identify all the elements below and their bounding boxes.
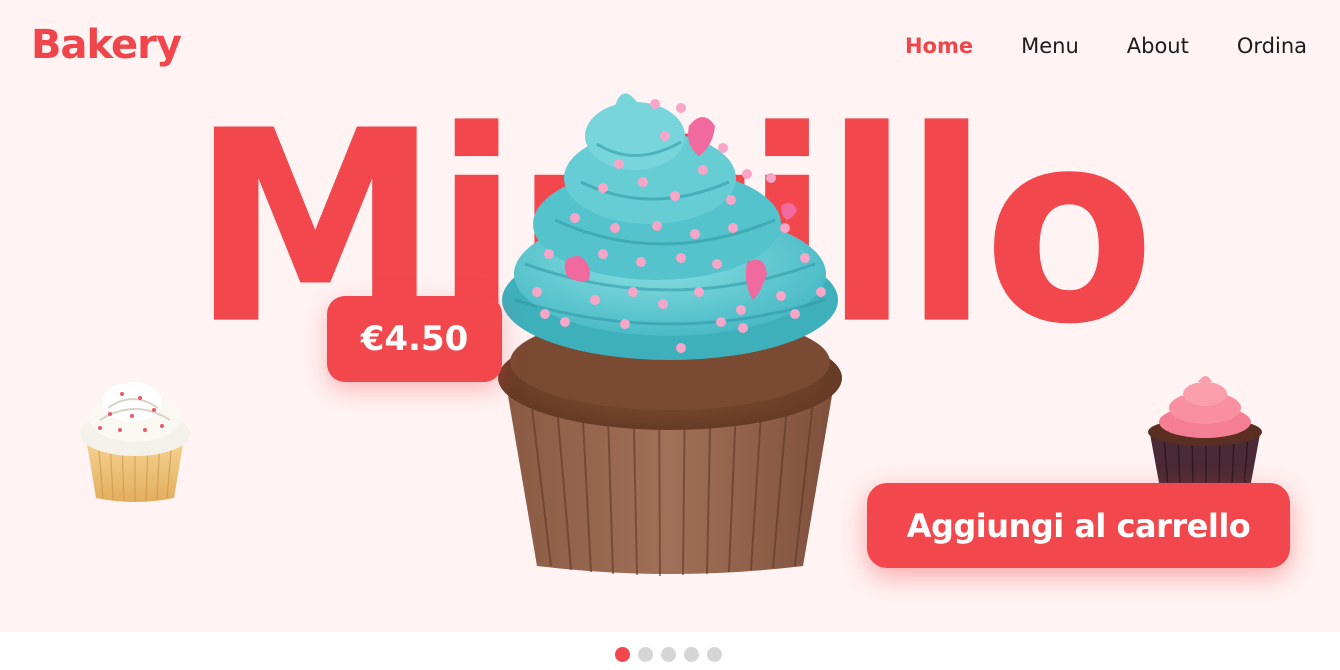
carousel-dot-3[interactable] (660, 647, 676, 662)
brand-logo[interactable]: Bakery (31, 22, 182, 68)
cupcake-blueberry-image (498, 93, 842, 577)
carousel-dot-4[interactable] (683, 647, 699, 662)
nav-item-menu[interactable]: Menu (1021, 34, 1079, 58)
price-badge: €4.50 (327, 296, 502, 382)
main-nav: Home Menu About Ordina (905, 34, 1307, 58)
nav-item-about[interactable]: About (1127, 34, 1189, 58)
carousel-dot-1[interactable] (614, 647, 630, 662)
nav-item-ordina[interactable]: Ordina (1237, 34, 1307, 58)
cupcake-strawberry-image (1148, 376, 1262, 489)
hero-section: Bakery Home Menu About Ordina Mirtillo (0, 0, 1340, 632)
cupcake-vanilla-image (80, 382, 190, 502)
add-to-cart-button[interactable]: Aggiungi al carrello (867, 483, 1290, 568)
carousel-pagination (0, 647, 1340, 662)
carousel-dot-2[interactable] (637, 647, 653, 662)
carousel-dot-5[interactable] (706, 647, 722, 662)
nav-item-home[interactable]: Home (905, 34, 973, 58)
